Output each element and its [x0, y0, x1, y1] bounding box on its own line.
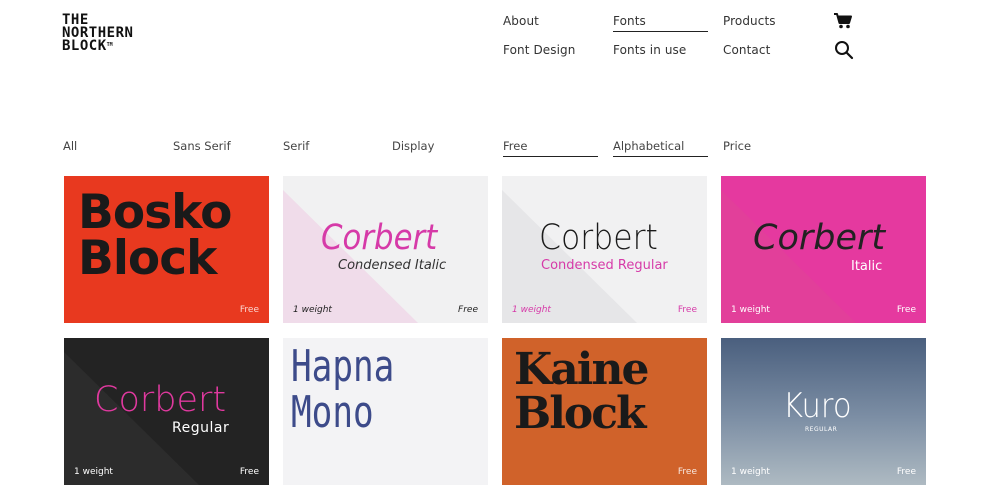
font-card-title: Corbert	[753, 218, 886, 258]
font-card-title: Bosko Block	[78, 185, 232, 286]
cart-icon[interactable]	[833, 12, 853, 33]
nav-contact[interactable]: Contact	[723, 43, 770, 57]
brand-logo[interactable]: THE NORTHERN BLOCKTM	[62, 13, 172, 56]
font-card-price: Free	[677, 305, 697, 315]
font-card-subtitle: Condensed Regular	[541, 258, 668, 273]
font-card-weights: 1 weight	[512, 305, 551, 315]
filter-display[interactable]: Display	[392, 139, 434, 153]
font-card-title: Corbert	[94, 380, 227, 420]
nav-font-design[interactable]: Font Design	[503, 43, 575, 57]
font-card-title-line-1: Kaine	[514, 344, 649, 395]
font-card-title: Corbert	[539, 218, 658, 258]
font-card-title-line-1: Hapna	[291, 341, 395, 392]
nav-fonts-in-use[interactable]: Fonts in use	[613, 43, 686, 57]
font-card-subtitle: Italic	[851, 259, 883, 274]
font-card-corbert-condensed-regular[interactable]: Corbert Condensed Regular 1 weight Free	[502, 176, 707, 323]
font-card-title: Kuro	[783, 386, 852, 426]
font-card-title: Hapna Mono	[291, 344, 394, 436]
font-card-price: Free	[896, 305, 916, 315]
font-card-title-line-2: Mono	[291, 387, 374, 438]
font-card-price: Free	[239, 467, 259, 477]
font-card-weights: 1 weight	[74, 467, 113, 477]
filter-sans-serif[interactable]: Sans Serif	[173, 139, 231, 153]
nav-fonts[interactable]: Fonts	[613, 14, 708, 32]
font-card-kaine-block[interactable]: Kaine Block Free	[502, 338, 707, 485]
font-card-price: Free	[677, 467, 697, 477]
font-card-corbert-condensed-italic[interactable]: Corbert Condensed Italic 1 weight Free	[283, 176, 488, 323]
trademark-mark: TM	[106, 42, 113, 48]
nav-about[interactable]: About	[503, 14, 539, 28]
font-card-weights: 1 weight	[293, 305, 332, 315]
font-card-subtitle: REGULAR	[805, 426, 838, 433]
filter-free[interactable]: Free	[503, 139, 600, 157]
logo-line-3: BLOCKTM	[62, 38, 113, 54]
font-card-price: Free	[896, 467, 916, 477]
font-card-title-line-2: Block	[78, 231, 217, 286]
filter-serif[interactable]: Serif	[283, 139, 309, 153]
font-card-corbert-regular[interactable]: Corbert Regular 1 weight Free	[64, 338, 269, 485]
search-icon[interactable]	[834, 40, 854, 64]
font-card-title-line-1: Bosko	[78, 185, 232, 240]
font-card-weights: 1 weight	[731, 305, 770, 315]
font-card-kuro[interactable]: Kuro REGULAR 1 weight Free	[721, 338, 926, 485]
font-card-price: Free	[458, 305, 478, 315]
nav-products[interactable]: Products	[723, 14, 776, 28]
font-card-price: Free	[239, 305, 259, 315]
filter-all[interactable]: All	[63, 139, 77, 153]
font-card-corbert-italic[interactable]: Corbert Italic 1 weight Free	[721, 176, 926, 323]
sort-price[interactable]: Price	[723, 139, 751, 153]
font-card-title-line-2: Block	[514, 388, 647, 439]
font-card-hapna-mono[interactable]: Hapna Mono	[283, 338, 488, 485]
font-card-bosko-block[interactable]: Bosko Block Free	[64, 176, 269, 323]
font-card-subtitle: Regular	[172, 420, 230, 436]
font-card-title: Corbert	[321, 218, 438, 258]
font-card-subtitle: Condensed Italic	[338, 258, 447, 273]
font-card-title: Kaine Block	[514, 344, 649, 439]
sort-alphabetical[interactable]: Alphabetical	[613, 139, 709, 157]
font-card-weights: 1 weight	[731, 467, 770, 477]
